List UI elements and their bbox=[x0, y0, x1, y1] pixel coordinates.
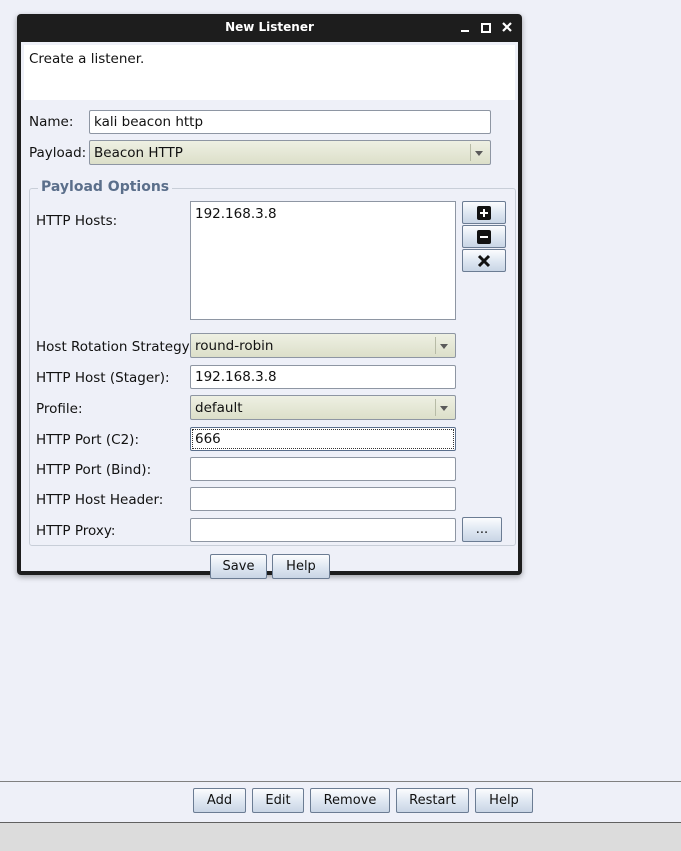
host-header-label: HTTP Host Header: bbox=[36, 492, 164, 508]
restart-button[interactable]: Restart bbox=[396, 788, 469, 813]
profile-select[interactable]: default bbox=[190, 395, 456, 420]
port-bind-field[interactable] bbox=[190, 457, 456, 481]
rotation-select[interactable]: round-robin bbox=[190, 333, 456, 358]
x-icon bbox=[477, 254, 491, 267]
remove-host-button[interactable] bbox=[462, 225, 506, 248]
maximize-icon[interactable] bbox=[478, 19, 494, 35]
bottom-help-button[interactable]: Help bbox=[475, 788, 533, 813]
close-icon[interactable] bbox=[499, 19, 515, 35]
profile-select-value: default bbox=[195, 400, 243, 416]
http-hosts-label: HTTP Hosts: bbox=[36, 213, 118, 229]
name-field[interactable]: kali beacon http bbox=[89, 110, 491, 134]
payload-select[interactable]: Beacon HTTP bbox=[89, 140, 491, 165]
minus-icon bbox=[477, 229, 491, 244]
port-c2-field[interactable]: 666 bbox=[190, 427, 456, 451]
list-item[interactable]: 192.168.3.8 bbox=[195, 206, 277, 222]
http-hosts-list[interactable]: 192.168.3.8 bbox=[190, 201, 456, 320]
minimize-icon[interactable] bbox=[458, 19, 474, 35]
status-bar bbox=[0, 823, 681, 851]
port-bind-label: HTTP Port (Bind): bbox=[36, 462, 152, 478]
plus-icon bbox=[477, 205, 491, 220]
dialog-content: Create a listener. Name: kali beacon htt… bbox=[21, 42, 518, 579]
remove-button[interactable]: Remove bbox=[310, 788, 390, 813]
listener-button-bar: Add Edit Remove Restart Help bbox=[193, 788, 533, 813]
help-button[interactable]: Help bbox=[272, 554, 330, 579]
proxy-field[interactable] bbox=[190, 518, 456, 542]
name-label: Name: bbox=[29, 114, 74, 130]
stager-field[interactable]: 192.168.3.8 bbox=[190, 365, 456, 389]
port-c2-label: HTTP Port (C2): bbox=[36, 432, 139, 448]
clear-hosts-button[interactable] bbox=[462, 249, 506, 272]
payload-select-value: Beacon HTTP bbox=[94, 145, 183, 161]
proxy-settings-button[interactable]: ... bbox=[462, 517, 502, 542]
proxy-label: HTTP Proxy: bbox=[36, 523, 116, 539]
profile-label: Profile: bbox=[36, 401, 83, 417]
bottom-divider bbox=[0, 781, 681, 782]
rotation-select-value: round-robin bbox=[195, 338, 274, 354]
add-button[interactable]: Add bbox=[193, 788, 246, 813]
host-header-field[interactable] bbox=[190, 487, 456, 511]
rotation-label: Host Rotation Strategy: bbox=[36, 339, 194, 355]
save-button[interactable]: Save bbox=[210, 554, 267, 579]
edit-button[interactable]: Edit bbox=[252, 788, 304, 813]
description-text: Create a listener. bbox=[29, 51, 145, 67]
description-panel: Create a listener. bbox=[24, 45, 515, 100]
chevron-down-icon[interactable] bbox=[470, 144, 487, 161]
new-listener-dialog: New Listener Create a listener. Name: ka… bbox=[17, 14, 522, 579]
chevron-down-icon[interactable] bbox=[435, 399, 452, 416]
payload-options-title: Payload Options bbox=[38, 179, 173, 195]
chevron-down-icon[interactable] bbox=[435, 337, 452, 354]
add-host-button[interactable] bbox=[462, 201, 506, 224]
stager-label: HTTP Host (Stager): bbox=[36, 370, 170, 386]
dialog-title: New Listener bbox=[225, 20, 314, 34]
title-bar[interactable]: New Listener bbox=[17, 14, 522, 42]
payload-label: Payload: bbox=[29, 145, 87, 161]
payload-options-group: Payload Options HTTP Hosts: 192.168.3.8 … bbox=[29, 179, 516, 546]
